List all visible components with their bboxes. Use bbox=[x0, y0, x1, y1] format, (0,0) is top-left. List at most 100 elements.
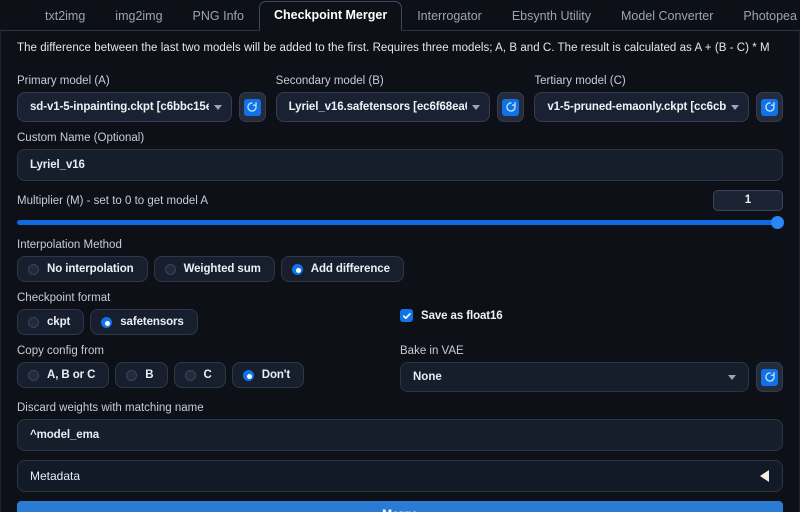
secondary-model-group: Secondary model (B) Lyriel_v16.safetenso… bbox=[275, 74, 525, 122]
copy-config-options: A, B or C B C Don't bbox=[17, 362, 400, 388]
bake-vae-value: None bbox=[413, 371, 442, 383]
tertiary-model-control: v1-5-pruned-emaonly.ckpt [cc6cb27 bbox=[534, 92, 784, 122]
radio-icon bbox=[28, 316, 39, 328]
discard-weights-group: Discard weights with matching name bbox=[17, 401, 783, 451]
triangle-left-icon bbox=[760, 470, 769, 482]
checkpoint-format-options: ckpt safetensors bbox=[17, 309, 400, 335]
radio-label: B bbox=[145, 369, 154, 381]
multiplier-group: Multiplier (M) - set to 0 to get model A… bbox=[17, 190, 784, 229]
radio-b[interactable]: B bbox=[115, 362, 168, 388]
interpolation-group: Interpolation Method No interpolation We… bbox=[17, 238, 783, 282]
radio-icon-selected bbox=[291, 263, 303, 275]
chevron-down-icon bbox=[731, 104, 740, 110]
secondary-model-refresh-button[interactable] bbox=[497, 92, 525, 122]
radio-no-interpolation[interactable]: No interpolation bbox=[17, 256, 148, 282]
bake-vae-dropdown[interactable]: None bbox=[400, 362, 749, 392]
tertiary-model-refresh-button[interactable] bbox=[756, 92, 784, 122]
format-and-float-row: Checkpoint format ckpt safetensors Save … bbox=[17, 291, 783, 335]
copy-config-group: Copy config from A, B or C B C Don't bbox=[17, 344, 400, 392]
custom-name-input[interactable] bbox=[17, 149, 783, 181]
multiplier-slider[interactable] bbox=[17, 215, 784, 229]
form-body: Primary model (A) sd-v1-5-inpainting.ckp… bbox=[1, 74, 799, 512]
radio-label: No interpolation bbox=[47, 263, 134, 275]
radio-label: ckpt bbox=[47, 316, 71, 328]
bake-vae-refresh-button[interactable] bbox=[756, 362, 783, 392]
radio-label: C bbox=[203, 369, 212, 381]
primary-model-group: Primary model (A) sd-v1-5-inpainting.ckp… bbox=[17, 74, 266, 122]
save-float16-checkbox-row[interactable]: Save as float16 bbox=[400, 309, 783, 322]
secondary-model-value: Lyriel_v16.safetensors [ec6f68ea63 bbox=[288, 101, 468, 113]
discard-weights-label: Discard weights with matching name bbox=[17, 402, 204, 414]
chevron-down-icon bbox=[472, 104, 481, 110]
tab-png-info[interactable]: PNG Info bbox=[178, 2, 259, 31]
radio-ckpt[interactable]: ckpt bbox=[17, 309, 85, 335]
radio-abc[interactable]: A, B or C bbox=[17, 362, 110, 388]
tab-interrogator[interactable]: Interrogator bbox=[402, 2, 497, 31]
checkpoint-format-label: Checkpoint format bbox=[17, 292, 111, 304]
tertiary-model-dropdown[interactable]: v1-5-pruned-emaonly.ckpt [cc6cb27 bbox=[534, 92, 750, 122]
primary-model-refresh-button[interactable] bbox=[238, 92, 266, 122]
multiplier-value-input[interactable]: 1 bbox=[713, 190, 783, 211]
tab-model-converter[interactable]: Model Converter bbox=[606, 2, 728, 31]
secondary-model-control: Lyriel_v16.safetensors [ec6f68ea63 bbox=[275, 92, 525, 122]
multiplier-header: Multiplier (M) - set to 0 to get model A… bbox=[17, 190, 783, 211]
radio-icon-selected bbox=[242, 369, 254, 381]
tab-txt2img[interactable]: txt2img bbox=[30, 2, 100, 31]
refresh-icon bbox=[761, 98, 779, 116]
checkpoint-merger-app: txt2img img2img PNG Info Checkpoint Merg… bbox=[0, 0, 800, 512]
primary-model-dropdown[interactable]: sd-v1-5-inpainting.ckpt [c6bbc15e3 bbox=[17, 92, 232, 122]
bake-vae-group: Bake in VAE None bbox=[400, 344, 783, 392]
tab-checkpoint-merger[interactable]: Checkpoint Merger bbox=[258, 1, 403, 31]
checkpoint-merger-panel: The difference between the last two mode… bbox=[0, 31, 800, 512]
radio-weighted-sum[interactable]: Weighted sum bbox=[153, 256, 275, 282]
copy-config-label: Copy config from bbox=[17, 345, 104, 357]
custom-name-label: Custom Name (Optional) bbox=[17, 132, 145, 144]
checkbox-checked-icon bbox=[400, 309, 413, 322]
tertiary-model-value: v1-5-pruned-emaonly.ckpt [cc6cb27 bbox=[547, 101, 727, 113]
interpolation-options: No interpolation Weighted sum Add differ… bbox=[17, 256, 783, 282]
radio-icon bbox=[164, 263, 176, 275]
radio-label: Weighted sum bbox=[183, 263, 261, 275]
slider-thumb[interactable] bbox=[771, 215, 784, 229]
metadata-accordion[interactable]: Metadata bbox=[17, 460, 783, 492]
tab-img2img[interactable]: img2img bbox=[100, 2, 177, 31]
tab-ebsynth-utility[interactable]: Ebsynth Utility bbox=[497, 2, 606, 31]
primary-model-value: sd-v1-5-inpainting.ckpt [c6bbc15e3 bbox=[30, 101, 209, 113]
radio-dont[interactable]: Don't bbox=[231, 362, 305, 388]
bake-vae-label: Bake in VAE bbox=[400, 345, 464, 357]
bake-vae-control: None bbox=[400, 362, 783, 392]
radio-label: Add difference bbox=[310, 263, 390, 275]
model-selector-row: Primary model (A) sd-v1-5-inpainting.ckp… bbox=[17, 74, 784, 122]
custom-name-group: Custom Name (Optional) bbox=[17, 131, 783, 181]
radio-label: A, B or C bbox=[47, 369, 96, 381]
radio-add-difference[interactable]: Add difference bbox=[280, 256, 404, 282]
radio-icon bbox=[28, 369, 39, 381]
refresh-icon bbox=[761, 368, 778, 386]
radio-label: safetensors bbox=[120, 316, 184, 328]
save-float16-label: Save as float16 bbox=[421, 309, 503, 322]
radio-icon bbox=[184, 369, 196, 381]
metadata-label: Metadata bbox=[30, 469, 81, 483]
radio-icon bbox=[28, 263, 39, 275]
chevron-down-icon bbox=[728, 374, 736, 380]
tab-photopea[interactable]: Photopea bbox=[728, 2, 800, 31]
main-tab-bar: txt2img img2img PNG Info Checkpoint Merg… bbox=[0, 0, 800, 31]
radio-safetensors[interactable]: safetensors bbox=[90, 309, 198, 335]
secondary-model-dropdown[interactable]: Lyriel_v16.safetensors [ec6f68ea63 bbox=[275, 92, 491, 122]
radio-icon-selected bbox=[101, 316, 113, 328]
primary-model-label: Primary model (A) bbox=[17, 75, 110, 87]
discard-weights-input[interactable] bbox=[17, 419, 783, 451]
save-float16-group: Save as float16 bbox=[400, 291, 783, 335]
primary-model-control: sd-v1-5-inpainting.ckpt [c6bbc15e3 bbox=[17, 92, 266, 122]
merge-button[interactable]: Merge bbox=[17, 501, 783, 512]
description-text: The difference between the last two mode… bbox=[17, 42, 770, 54]
radio-icon bbox=[126, 369, 138, 381]
tertiary-model-group: Tertiary model (C) v1-5-pruned-emaonly.c… bbox=[534, 74, 784, 122]
copyconfig-and-vae-row: Copy config from A, B or C B C Don't Bak… bbox=[17, 344, 783, 392]
refresh-icon bbox=[502, 98, 520, 116]
slider-track bbox=[17, 219, 783, 225]
checkpoint-format-group: Checkpoint format ckpt safetensors bbox=[17, 291, 400, 335]
refresh-icon bbox=[243, 98, 261, 116]
interpolation-label: Interpolation Method bbox=[17, 239, 122, 251]
radio-c[interactable]: C bbox=[173, 362, 226, 388]
